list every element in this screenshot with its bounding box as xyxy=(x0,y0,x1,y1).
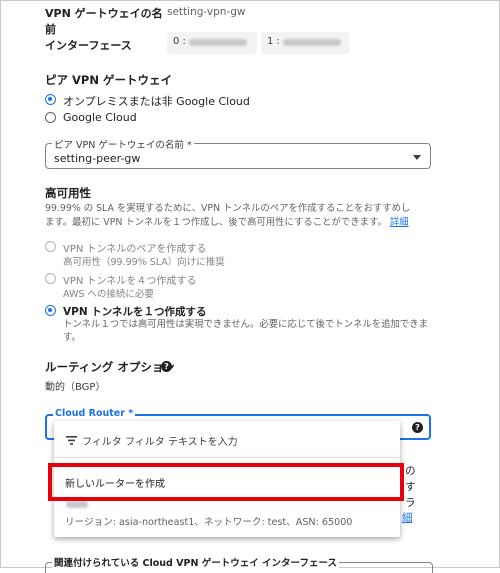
dropdown-divider xyxy=(54,457,400,458)
vpn-gateway-name-label: VPN ゲートウェイの名 前 xyxy=(45,7,163,36)
peek-text: ラ xyxy=(405,497,416,509)
existing-router-detail: リージョン: asia-northeast1、ネットワーク: test、ASN:… xyxy=(65,517,353,528)
peer-gateway-name-field-value: setting-peer-gw xyxy=(54,152,141,165)
ha-option-four-label: VPN トンネルを４つ作成する xyxy=(63,276,197,287)
peek-text: の xyxy=(405,465,416,477)
ha-description: 99.99% の SLA を実現するために、VPN トンネルのペアを作成すること… xyxy=(45,203,411,228)
help-icon[interactable]: ? xyxy=(412,422,423,433)
peer-option-onprem[interactable]: オンプレミスまたは非 Google Cloud xyxy=(45,93,285,108)
radio-selected-icon[interactable] xyxy=(45,94,56,105)
ha-option-single-label: VPN トンネルを１つ作成する xyxy=(63,306,207,318)
peek-text: す xyxy=(405,481,416,493)
chevron-down-icon[interactable] xyxy=(413,155,421,160)
interface-1-index: 1 : xyxy=(267,36,280,47)
radio-disabled-icon[interactable] xyxy=(45,241,56,252)
redacted-ip xyxy=(283,39,341,46)
interface-label: インターフェース xyxy=(45,39,132,52)
ha-option-pair[interactable]: VPN トンネルのペアを作成する 高可用性（99.99% SLA）向けに推奨 xyxy=(45,240,305,270)
ha-option-pair-label: VPN トンネルのペアを作成する xyxy=(63,244,207,255)
peer-option-onprem-label: オンプレミスまたは非 Google Cloud xyxy=(63,95,250,108)
ha-option-four-sub: AWS への接続に必要 xyxy=(63,289,154,300)
peer-gateway-name-field-label: ピア VPN ゲートウェイの名前 * xyxy=(52,137,194,151)
radio-unselected-icon[interactable] xyxy=(45,112,56,123)
routing-section-title: ルーティング オプション xyxy=(45,360,175,374)
ha-option-single[interactable]: VPN トンネルを１つ作成する トンネル１つでは高可用性は実現できません。必要に… xyxy=(45,304,445,346)
ha-section-title: 高可用性 xyxy=(45,186,91,200)
dropdown-filter-placeholder: フィルタ フィルタ テキストを入力 xyxy=(82,437,238,448)
cloud-router-field-label: Cloud Router * xyxy=(53,408,136,419)
vpn-gateway-name-value: setting-vpn-gw xyxy=(167,6,246,18)
ha-option-pair-sub: 高可用性（99.99% SLA）向けに推奨 xyxy=(63,257,225,268)
associated-interface-label: 関連付けられている Cloud VPN ゲートウェイ インターフェース xyxy=(52,555,339,569)
redacted-router-name xyxy=(66,501,88,508)
ha-option-single-sub: トンネル１つでは高可用性は実現できません。必要に応じて後でトンネルを追加できま … xyxy=(63,319,428,343)
ha-details-link[interactable]: 詳細 xyxy=(390,217,409,228)
peer-option-google-cloud-label: Google Cloud xyxy=(63,111,137,124)
redacted-ip xyxy=(189,39,247,46)
peer-option-google-cloud[interactable]: Google Cloud xyxy=(45,111,165,125)
ha-option-four[interactable]: VPN トンネルを４つ作成する AWS への接続に必要 xyxy=(45,272,305,302)
radio-disabled-icon[interactable] xyxy=(45,273,56,284)
peek-link[interactable]: 細 xyxy=(402,510,413,525)
help-icon[interactable]: ? xyxy=(161,361,172,372)
dropdown-filter[interactable]: フィルタ フィルタ テキストを入力 xyxy=(54,427,400,453)
interface-1: 1 : xyxy=(261,32,349,54)
routing-value: 動的（BGP） xyxy=(45,382,106,393)
peer-gateway-section-title: ピア VPN ゲートウェイ xyxy=(45,73,172,87)
existing-router-item[interactable]: リージョン: asia-northeast1、ネットワーク: test、ASN:… xyxy=(54,497,400,531)
peer-gateway-name-field[interactable]: ピア VPN ゲートウェイの名前 * setting-peer-gw xyxy=(45,137,431,169)
interface-0: 0 : xyxy=(167,32,257,54)
highlight-box xyxy=(48,463,404,501)
interface-0-index: 0 : xyxy=(173,36,186,47)
radio-selected-icon[interactable] xyxy=(45,305,56,316)
filter-icon xyxy=(66,436,77,445)
